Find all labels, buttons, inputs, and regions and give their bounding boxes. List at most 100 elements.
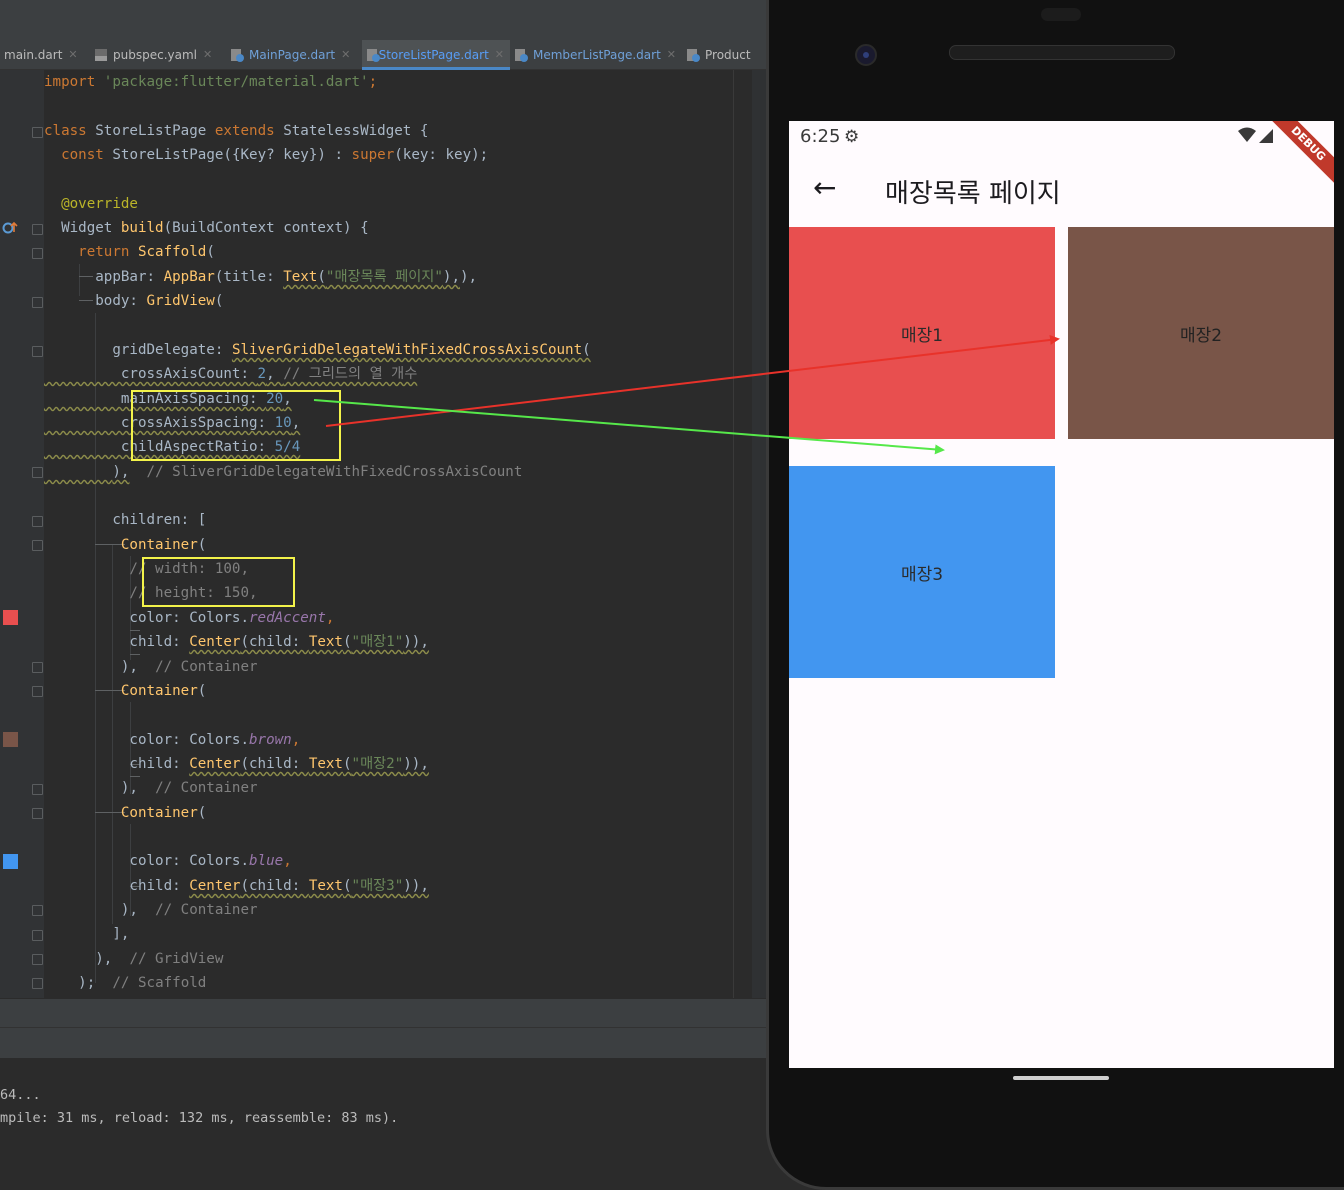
phone-screen[interactable]: 6:25 ⚙ DEBUG ← 매장목록 페이지 매장1 매장2 매장3 xyxy=(789,121,1334,1068)
close-icon[interactable]: ✕ xyxy=(667,48,676,61)
fold-marker[interactable] xyxy=(32,686,43,697)
console-line: 64... xyxy=(0,1087,41,1103)
status-clock: 6:25 xyxy=(800,126,841,147)
editor-scrollbar[interactable] xyxy=(752,70,766,998)
fold-marker[interactable] xyxy=(32,978,43,989)
fold-marker[interactable] xyxy=(32,516,43,527)
dart-file-icon xyxy=(230,48,244,62)
editor-gutter xyxy=(0,70,64,998)
tab-label: MainPage.dart xyxy=(249,47,336,62)
run-panel-toolbar xyxy=(0,1027,766,1058)
editor-status-strip xyxy=(0,998,766,1027)
override-marker-icon[interactable] xyxy=(2,220,20,236)
editor-right-margin xyxy=(733,70,734,998)
tab-label: main.dart xyxy=(4,47,63,62)
store-tile-label: 매장2 xyxy=(1179,325,1223,346)
dart-file-icon xyxy=(686,48,700,62)
code-line-30: ), // Container xyxy=(120,780,258,796)
back-arrow-icon[interactable]: ← xyxy=(813,171,836,204)
code-line-17: ), // SliverGridDelegateWithFixedCrossAx… xyxy=(112,464,523,480)
code-line-20: Container( xyxy=(120,537,207,553)
console-line: mpile: 31 ms, reload: 132 ms, reassemble… xyxy=(0,1110,399,1126)
status-bar: 6:25 ⚙ DEBUG xyxy=(789,121,1334,193)
tab-main-dart[interactable]: main.dart ✕ xyxy=(0,40,90,69)
store-tile-1[interactable]: 매장1 xyxy=(789,227,1055,439)
tab-label: MemberListPage.dart xyxy=(532,47,661,62)
code-line-6: @override xyxy=(61,196,138,212)
earpiece-speaker xyxy=(949,45,1175,60)
tab-mainpage-dart[interactable]: MainPage.dart ✕ xyxy=(226,40,362,69)
code-line-35: ), // Container xyxy=(120,902,258,918)
tab-storelistpage-dart[interactable]: StoreListPage.dart ✕ xyxy=(362,40,510,70)
fold-marker[interactable] xyxy=(32,224,43,235)
fold-marker[interactable] xyxy=(32,467,43,478)
tab-label: StoreListPage.dart xyxy=(378,47,489,62)
store-tile-label: 매장1 xyxy=(900,325,944,346)
run-console[interactable]: 64... mpile: 31 ms, reload: 132 ms, reas… xyxy=(0,1058,766,1126)
fold-marker[interactable] xyxy=(32,346,43,357)
store-tile-2[interactable]: 매장2 xyxy=(1068,227,1334,439)
code-line-12: gridDelegate: SliverGridDelegateWithFixe… xyxy=(112,342,591,358)
wifi-signal-icon xyxy=(1238,127,1273,143)
dart-file-icon xyxy=(514,48,528,62)
yaml-file-icon xyxy=(94,48,108,62)
editor-tab-bar: main.dart ✕ pubspec.yaml ✕ MainPage.dart… xyxy=(0,40,766,70)
fold-marker[interactable] xyxy=(32,127,43,138)
code-line-19: children: [ xyxy=(112,512,207,528)
code-line-1: import 'package:flutter/material.dart'; xyxy=(44,74,378,90)
tab-label: Product xyxy=(705,47,751,62)
code-line-25: ), // Container xyxy=(120,659,258,675)
ide-toolbar xyxy=(0,0,766,40)
color-swatch-brown[interactable] xyxy=(3,732,18,747)
fold-marker[interactable] xyxy=(32,297,43,308)
ide-window: main.dart ✕ pubspec.yaml ✕ MainPage.dart… xyxy=(0,0,766,1126)
code-line-29: child: Center(child: Text("매장2")), xyxy=(129,756,429,772)
code-line-28: color: Colors.brown, xyxy=(129,732,301,748)
proximity-sensor xyxy=(1041,8,1081,21)
dart-file-icon xyxy=(366,48,380,62)
close-icon[interactable]: ✕ xyxy=(68,48,77,61)
android-emulator: 6:25 ⚙ DEBUG ← 매장목록 페이지 매장1 매장2 매장3 xyxy=(766,0,1344,1190)
code-line-7: Widget build(BuildContext context) { xyxy=(61,220,369,236)
fold-marker[interactable] xyxy=(32,662,43,673)
tab-product-dart[interactable]: Product xyxy=(682,40,762,69)
fold-marker[interactable] xyxy=(32,784,43,795)
fold-marker[interactable] xyxy=(32,930,43,941)
code-line-13: crossAxisCount: 2, // 그리드의 열 개수 xyxy=(120,366,418,382)
close-icon[interactable]: ✕ xyxy=(341,48,350,61)
color-swatch-blue[interactable] xyxy=(3,854,18,869)
highlight-box-size-comments xyxy=(142,557,295,607)
app-bar: ← 매장목록 페이지 xyxy=(789,155,1334,227)
code-line-8: return Scaffold( xyxy=(78,244,215,260)
code-line-36: ], xyxy=(112,926,130,942)
code-line-33: color: Colors.blue, xyxy=(129,853,292,869)
fold-marker[interactable] xyxy=(32,248,43,259)
store-tile-3[interactable]: 매장3 xyxy=(789,466,1055,678)
code-editor[interactable]: import 'package:flutter/material.dart'; … xyxy=(44,70,766,998)
code-line-3: class StoreListPage extends StatelessWid… xyxy=(44,123,429,139)
settings-gear-icon: ⚙ xyxy=(844,127,860,147)
fold-marker[interactable] xyxy=(32,905,43,916)
close-icon[interactable]: ✕ xyxy=(495,48,504,61)
fold-marker[interactable] xyxy=(32,954,43,965)
highlight-box-grid-spacing xyxy=(131,390,341,461)
gesture-home-bar[interactable] xyxy=(1013,1076,1109,1080)
store-tile-label: 매장3 xyxy=(900,564,944,585)
code-line-24: child: Center(child: Text("매장1")), xyxy=(129,634,429,650)
code-line-4: const StoreListPage({Key? key}) : super(… xyxy=(61,147,489,163)
code-line-26: Container( xyxy=(120,683,207,699)
code-line-37: ), // GridView xyxy=(95,951,224,967)
front-camera-icon xyxy=(855,44,877,66)
tab-label: pubspec.yaml xyxy=(113,47,197,62)
tab-memberlistpage-dart[interactable]: MemberListPage.dart ✕ xyxy=(510,40,682,69)
close-icon[interactable]: ✕ xyxy=(203,48,212,61)
code-line-31: Container( xyxy=(120,805,207,821)
fold-marker[interactable] xyxy=(32,540,43,551)
fold-marker[interactable] xyxy=(32,808,43,819)
app-bar-title: 매장목록 페이지 xyxy=(885,179,1061,209)
code-line-34: child: Center(child: Text("매장3")), xyxy=(129,878,429,894)
tab-pubspec-yaml[interactable]: pubspec.yaml ✕ xyxy=(90,40,226,69)
code-line-10: body: GridView( xyxy=(95,293,224,309)
code-line-38: ); // Scaffold xyxy=(78,975,207,991)
color-swatch-red[interactable] xyxy=(3,610,18,625)
